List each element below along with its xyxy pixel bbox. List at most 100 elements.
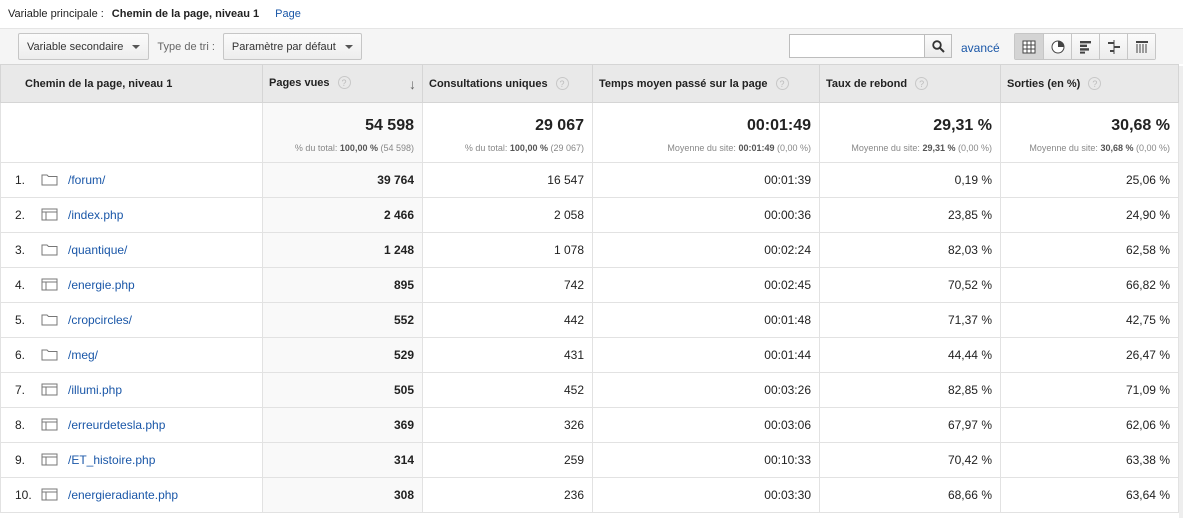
exit-rate-cell: 24,90 % — [1000, 197, 1179, 233]
column-header-label: Temps moyen passé sur la page — [599, 78, 768, 90]
row-number: 4. — [15, 278, 26, 292]
page-icon — [41, 278, 59, 291]
pageviews-cell: 529 — [262, 337, 423, 373]
row-number: 1. — [15, 173, 26, 187]
folder-icon — [41, 173, 59, 186]
folder-icon — [41, 348, 59, 361]
pie-view-button[interactable] — [1043, 34, 1071, 59]
page-dimension-link[interactable]: Page — [275, 8, 301, 20]
page-path-link[interactable]: /energieradiante.php — [68, 488, 178, 502]
data-table: Chemin de la page, niveau 1 Pages vues? … — [0, 64, 1179, 513]
table-view-button[interactable] — [1015, 34, 1043, 59]
avg-time-cell: 00:02:45 — [592, 267, 820, 303]
exit-rate-cell: 62,06 % — [1000, 407, 1179, 443]
column-header-path[interactable]: Chemin de la page, niveau 1 — [0, 64, 263, 103]
page-icon — [41, 488, 59, 501]
column-header-exit-rate[interactable]: Sorties (en %)? — [1000, 64, 1179, 103]
search-input[interactable] — [789, 34, 925, 58]
path-cell: 1. /forum/ — [0, 162, 263, 198]
help-icon[interactable]: ? — [915, 77, 929, 90]
row-number: 5. — [15, 313, 26, 327]
primary-dimension-value[interactable]: Chemin de la page, niveau 1 — [112, 8, 259, 20]
total-percent: % du total: 100,00 % (29 067) — [464, 142, 584, 153]
page-path-link[interactable]: /illumi.php — [68, 383, 122, 397]
page-path-link[interactable]: /meg/ — [68, 348, 98, 362]
path-cell: 8. /erreurdetesla.php — [0, 407, 263, 443]
pageviews-cell: 369 — [262, 407, 423, 443]
secondary-dimension-dropdown[interactable]: Variable secondaire — [18, 33, 150, 60]
exit-rate-cell: 25,06 % — [1000, 162, 1179, 198]
exit-rate-cell: 63,64 % — [1000, 477, 1179, 513]
sort-type-dropdown[interactable]: Paramètre par défaut — [222, 33, 362, 60]
table-row: 4. /energie.php 895 742 00:02:45 70,52 % 66,82… — [0, 267, 1179, 303]
totals-label-cell — [0, 102, 263, 163]
help-icon[interactable]: ? — [775, 77, 789, 90]
advanced-filter-link[interactable]: avancé — [961, 41, 1000, 55]
site-average: Moyenne du site: 00:01:49 (0,00 %) — [667, 142, 811, 153]
performance-icon — [1079, 40, 1091, 54]
pageviews-cell: 308 — [262, 477, 423, 513]
row-number: 9. — [15, 453, 26, 467]
path-cell: 6. /meg/ — [0, 337, 263, 373]
row-number: 3. — [15, 243, 26, 257]
search-button[interactable] — [925, 34, 952, 58]
sort-type-value: Paramètre par défaut — [231, 40, 336, 53]
folder-icon — [41, 313, 59, 326]
path-cell: 9. /ET_histoire.php — [0, 442, 263, 478]
column-header-avg-time[interactable]: Temps moyen passé sur la page? — [592, 64, 820, 103]
exit-rate-cell: 66,82 % — [1000, 267, 1179, 303]
table-icon — [1022, 40, 1036, 53]
exit-rate-cell: 42,75 % — [1000, 302, 1179, 338]
page-path-link[interactable]: /energie.php — [68, 278, 135, 292]
page-path-link[interactable]: /erreurdetesla.php — [68, 418, 165, 432]
help-icon[interactable]: ? — [337, 75, 351, 89]
exit-rate-cell: 71,09 % — [1000, 372, 1179, 408]
row-number: 2. — [15, 208, 26, 222]
scrollbar[interactable] — [1179, 66, 1183, 518]
column-header-bounce-rate[interactable]: Taux de rebond? — [819, 64, 1001, 103]
sort-type-label: Type de tri : — [157, 40, 215, 53]
avg-time-cell: 00:03:06 — [592, 407, 820, 443]
path-cell: 3. /quantique/ — [0, 232, 263, 268]
table-row: 6. /meg/529 431 00:01:44 44,44 % 26,47 % — [0, 337, 1179, 373]
unique-views-cell: 431 — [422, 337, 593, 373]
page-path-link[interactable]: /forum/ — [68, 173, 105, 187]
path-cell: 4. /energie.php — [0, 267, 263, 303]
help-icon[interactable]: ? — [555, 77, 569, 90]
comparison-icon — [1107, 39, 1120, 54]
total-cell-pageviews: 54 598 % du total: 100,00 % (54 598) — [262, 102, 423, 163]
avg-time-cell: 00:10:33 — [592, 442, 820, 478]
total-value: 30,68 % — [1111, 116, 1170, 134]
page-path-link[interactable]: /quantique/ — [68, 243, 127, 257]
page-path-link[interactable]: /ET_histoire.php — [68, 453, 155, 467]
pageviews-cell: 314 — [262, 442, 423, 478]
total-value: 29,31 % — [933, 116, 992, 134]
column-header-unique-views[interactable]: Consultations uniques? — [422, 64, 593, 103]
primary-dimension-label: Variable principale : — [8, 8, 104, 20]
page-path-link[interactable]: /index.php — [68, 208, 123, 222]
table-row: 7. /illumi.php 505 452 00:03:26 82,85 % 71,09 … — [0, 372, 1179, 408]
avg-time-cell: 00:01:48 — [592, 302, 820, 338]
site-average: Moyenne du site: 30,68 % (0,00 %) — [1029, 142, 1170, 153]
table-toolbar: Variable secondaire Type de tri : Paramè… — [0, 28, 1183, 64]
row-number: 8. — [15, 418, 26, 432]
row-number: 6. — [15, 348, 26, 362]
pivot-view-button[interactable] — [1127, 34, 1155, 59]
avg-time-cell: 00:03:26 — [592, 372, 820, 408]
comparison-view-button[interactable] — [1099, 34, 1127, 59]
site-average: Moyenne du site: 29,31 % (0,00 %) — [851, 142, 992, 153]
page-path-link[interactable]: /cropcircles/ — [68, 313, 132, 327]
bounce-rate-cell: 68,66 % — [819, 477, 1001, 513]
performance-view-button[interactable] — [1071, 34, 1099, 59]
total-value: 29 067 — [535, 116, 584, 134]
column-header-label: Chemin de la page, niveau 1 — [25, 77, 173, 90]
primary-dimension-bar: Variable principale : Chemin de la page,… — [0, 0, 1183, 28]
pivot-icon — [1135, 40, 1148, 53]
column-header-pageviews[interactable]: Pages vues? ↓ — [262, 64, 423, 103]
help-icon[interactable]: ? — [1088, 77, 1102, 90]
chevron-down-icon — [344, 44, 353, 49]
sort-descending-icon: ↓ — [409, 75, 416, 92]
bounce-rate-cell: 82,85 % — [819, 372, 1001, 408]
unique-views-cell: 1 078 — [422, 232, 593, 268]
total-percent: % du total: 100,00 % (54 598) — [294, 142, 414, 153]
